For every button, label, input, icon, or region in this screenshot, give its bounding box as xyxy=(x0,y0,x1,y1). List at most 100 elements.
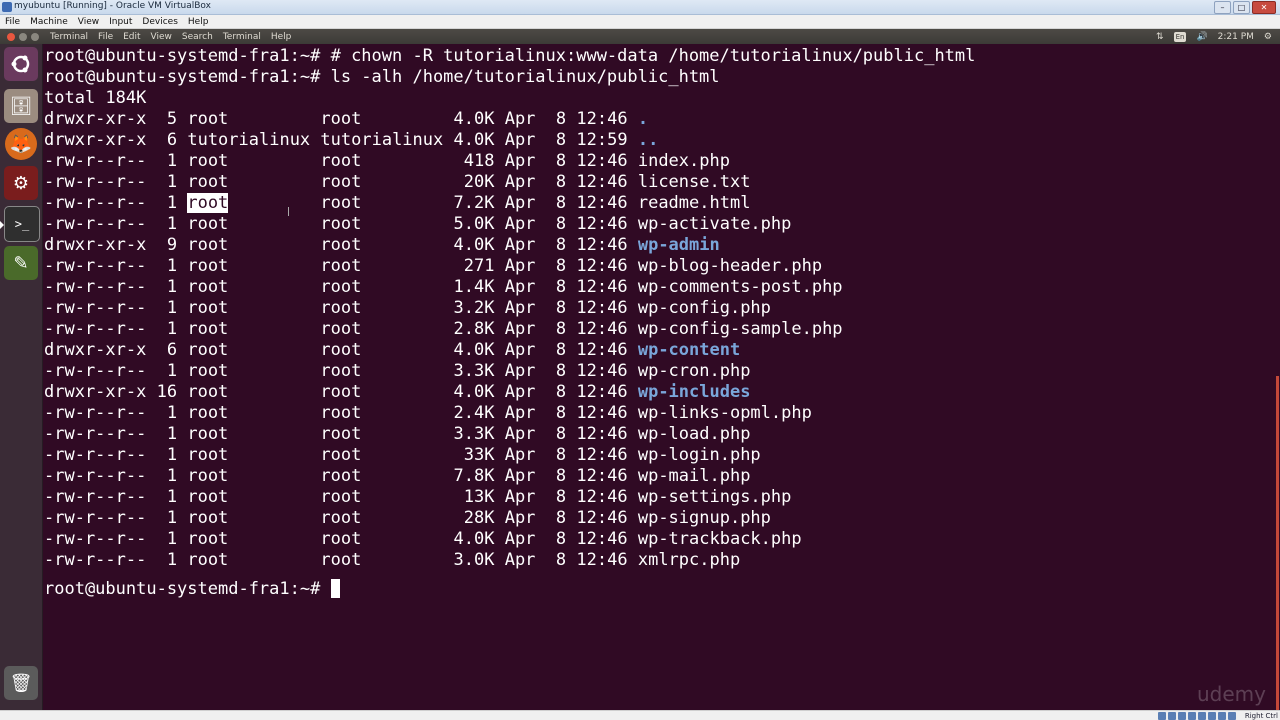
row-day: 8 xyxy=(545,550,567,570)
panel-menu-terminal[interactable]: Terminal xyxy=(218,32,266,42)
row-owner: root xyxy=(187,109,229,129)
row-links: 1 xyxy=(156,445,178,465)
panel-menu-search[interactable]: Search xyxy=(177,32,218,42)
vbox-menu-file[interactable]: File xyxy=(0,17,25,27)
row-filename: license.txt xyxy=(637,172,751,192)
vbox-menu-devices[interactable]: Devices xyxy=(137,17,182,27)
row-group: root xyxy=(320,319,444,339)
terminal-close-button[interactable] xyxy=(7,32,15,41)
firefox-icon[interactable]: 🦊 xyxy=(5,128,37,160)
keyboard-layout-indicator[interactable]: En xyxy=(1173,31,1187,42)
volume-icon[interactable]: 🔊 xyxy=(1196,32,1207,42)
row-permissions: -rw-r--r-- xyxy=(44,508,147,528)
panel-menu-help[interactable]: Help xyxy=(266,32,297,42)
row-owner: root xyxy=(187,298,229,318)
dash-home-icon[interactable] xyxy=(4,47,38,81)
vbox-menu-help[interactable]: Help xyxy=(183,17,214,27)
shared-folder-icon[interactable] xyxy=(1188,712,1196,720)
network-icon[interactable]: ⇅ xyxy=(1156,32,1164,42)
terminal-scrollbar[interactable] xyxy=(1276,376,1279,710)
terminal-minimize-button[interactable] xyxy=(19,32,27,41)
hard-disk-icon[interactable] xyxy=(1158,712,1166,720)
window-controls: – □ ✕ xyxy=(1214,1,1276,14)
panel-menu-edit[interactable]: Edit xyxy=(118,32,145,42)
terminal-output[interactable]: root@ubuntu-systemd-fra1:~# # chown -R t… xyxy=(44,44,1266,708)
row-filename: wp-activate.php xyxy=(637,214,792,234)
row-month: Apr xyxy=(504,214,536,234)
system-settings-icon[interactable]: ⚙ xyxy=(4,166,38,200)
close-button[interactable]: ✕ xyxy=(1252,1,1276,14)
row-group: root xyxy=(320,277,444,297)
row-permissions: -rw-r--r-- xyxy=(44,487,147,507)
row-filename: wp-signup.php xyxy=(637,508,771,528)
network-adapter-icon[interactable] xyxy=(1208,712,1216,720)
row-month: Apr xyxy=(504,319,536,339)
ubuntu-logo-icon xyxy=(11,55,30,73)
row-permissions: drwxr-xr-x xyxy=(44,130,147,150)
row-size: 20K xyxy=(453,172,495,192)
row-size: 28K xyxy=(453,508,495,528)
row-permissions: -rw-r--r-- xyxy=(44,424,147,444)
vbox-menu-machine[interactable]: Machine xyxy=(25,17,73,27)
row-size: 418 xyxy=(453,151,495,171)
listing-row: -rw-r--r-- 1 root root 20K Apr 8 12:46 l… xyxy=(44,172,750,193)
row-group: tutorialinux xyxy=(320,130,444,150)
panel-menu-file[interactable]: File xyxy=(93,32,118,42)
row-time: 12:46 xyxy=(576,340,628,360)
files-icon[interactable]: 🗄 xyxy=(4,89,38,123)
row-group: root xyxy=(320,361,444,381)
trash-icon[interactable]: 🗑 xyxy=(4,666,38,700)
maximize-button[interactable]: □ xyxy=(1233,1,1250,14)
row-time: 12:46 xyxy=(576,466,628,486)
vbox-titlebar[interactable]: myubuntu [Running] - Oracle VM VirtualBo… xyxy=(0,0,1280,15)
row-group: root xyxy=(320,172,444,192)
optical-drive-icon[interactable] xyxy=(1168,712,1176,720)
row-time: 12:46 xyxy=(576,214,628,234)
listing-row: -rw-r--r-- 1 root root 3.3K Apr 8 12:46 … xyxy=(44,424,750,445)
terminal-maximize-button[interactable] xyxy=(31,32,39,41)
row-day: 8 xyxy=(545,193,567,213)
listing-row: drwxr-xr-x 16 root root 4.0K Apr 8 12:46… xyxy=(44,382,750,403)
row-size: 3.3K xyxy=(453,424,495,444)
row-group: root xyxy=(320,508,444,528)
row-owner: root xyxy=(187,256,229,276)
row-size: 3.0K xyxy=(453,550,495,570)
row-group: root xyxy=(320,109,444,129)
row-group: root xyxy=(320,151,444,171)
mouse-integration-icon[interactable] xyxy=(1228,712,1236,720)
row-owner: root xyxy=(187,529,229,549)
row-day: 8 xyxy=(545,487,567,507)
terminal-line-command-2: root@ubuntu-systemd-fra1:~# ls -alh /hom… xyxy=(44,67,720,88)
row-owner: root xyxy=(187,361,229,381)
row-day: 8 xyxy=(545,445,567,465)
row-links: 6 xyxy=(156,130,178,150)
listing-row: -rw-r--r-- 1 root root 3.0K Apr 8 12:46 … xyxy=(44,550,740,571)
row-group: root xyxy=(320,424,444,444)
row-group: root xyxy=(320,214,444,234)
listing-row: -rw-r--r-- 1 root root 4.0K Apr 8 12:46 … xyxy=(44,529,802,550)
row-permissions: -rw-r--r-- xyxy=(44,214,147,234)
session-gear-icon[interactable]: ⚙ xyxy=(1264,32,1272,42)
row-month: Apr xyxy=(504,298,536,318)
row-filename: . xyxy=(637,109,649,129)
video-capture-icon[interactable] xyxy=(1218,712,1226,720)
row-owner: root xyxy=(187,214,229,234)
panel-menu-view[interactable]: View xyxy=(146,32,177,42)
vbox-menu-view[interactable]: View xyxy=(73,17,104,27)
listing-row: -rw-r--r-- 1 root root 2.4K Apr 8 12:46 … xyxy=(44,403,812,424)
row-filename: wp-comments-post.php xyxy=(637,277,843,297)
row-permissions: drwxr-xr-x xyxy=(44,382,147,402)
minimize-button[interactable]: – xyxy=(1214,1,1231,14)
unity-launcher: 🗄 🦊 ⚙ >_ ✎ 🗑 xyxy=(0,44,43,710)
row-links: 1 xyxy=(156,508,178,528)
usb-icon[interactable] xyxy=(1178,712,1186,720)
display-icon[interactable] xyxy=(1198,712,1206,720)
listing-row: -rw-r--r-- 1 root root 271 Apr 8 12:46 w… xyxy=(44,256,822,277)
clock[interactable]: 2:21 PM xyxy=(1218,32,1254,42)
row-size: 4.0K xyxy=(453,382,495,402)
row-size: 1.4K xyxy=(453,277,495,297)
row-size: 4.0K xyxy=(453,235,495,255)
terminal-icon[interactable]: >_ xyxy=(4,206,40,242)
vbox-menu-input[interactable]: Input xyxy=(104,17,137,27)
text-editor-icon[interactable]: ✎ xyxy=(4,246,38,280)
